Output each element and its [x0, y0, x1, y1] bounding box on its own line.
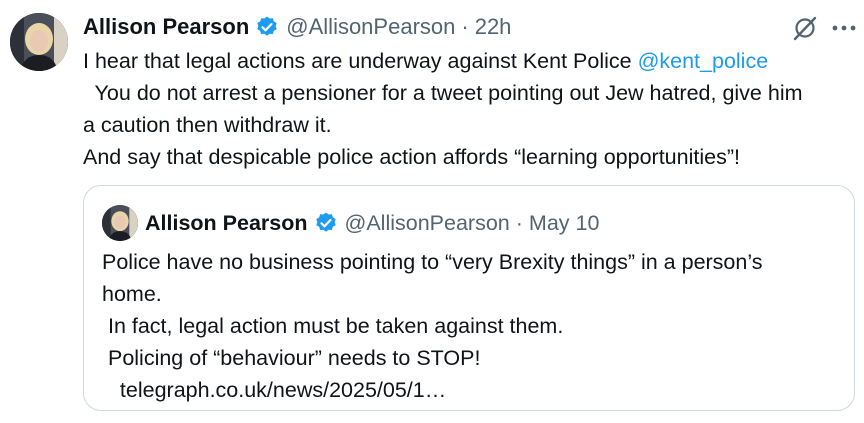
avatar-photo — [10, 13, 68, 71]
quoted-text-line: Policing of “behaviour” needs to STOP! — [102, 346, 481, 370]
verified-badge-icon — [255, 15, 279, 39]
tweet-header: Allison Pearson @AllisonPearson · 22h — [83, 11, 511, 43]
grok-icon[interactable] — [791, 14, 819, 42]
quoted-timestamp[interactable]: May 10 — [529, 211, 600, 236]
mention-link[interactable]: @kent_police — [638, 49, 769, 73]
quoted-avatar[interactable] — [102, 205, 138, 241]
quoted-author-handle[interactable]: @AllisonPearson — [345, 211, 510, 236]
quoted-text-line: home. — [102, 282, 162, 306]
avatar-photo — [102, 205, 138, 241]
quoted-text-line: In fact, legal action must be taken agai… — [102, 314, 564, 338]
separator-dot: · — [461, 14, 469, 39]
tweet-text-line: a caution then withdraw it. — [83, 113, 332, 137]
avatar[interactable] — [10, 13, 68, 71]
quoted-header: Allison Pearson @AllisonPearson · May 10 — [145, 207, 599, 239]
quoted-tweet-card[interactable]: Allison Pearson @AllisonPearson · May 10… — [83, 185, 855, 411]
tweet-text-segment: I hear that legal actions are underway a… — [83, 49, 638, 73]
quoted-link[interactable]: telegraph.co.uk/news/2025/05/1… — [102, 374, 842, 406]
tweet-timestamp[interactable]: 22h — [475, 14, 512, 40]
tweet-text: I hear that legal actions are underway a… — [83, 45, 853, 173]
quoted-author-name[interactable]: Allison Pearson — [145, 211, 308, 236]
author-name[interactable]: Allison Pearson — [83, 14, 249, 40]
author-handle[interactable]: @AllisonPearson — [286, 14, 455, 40]
tweet-text-line: I hear that legal actions are underway a… — [83, 45, 853, 77]
quoted-text-line: Police have no business pointing to “ver… — [102, 250, 763, 274]
tweet-text-line: You do not arrest a pensioner for a twee… — [83, 81, 803, 105]
quoted-text: Police have no business pointing to “ver… — [102, 246, 842, 406]
more-options-icon[interactable] — [829, 14, 859, 42]
separator-dot: · — [515, 210, 523, 235]
verified-badge-icon — [314, 211, 338, 235]
tweet-text-line: And say that despicable police action af… — [83, 145, 740, 169]
